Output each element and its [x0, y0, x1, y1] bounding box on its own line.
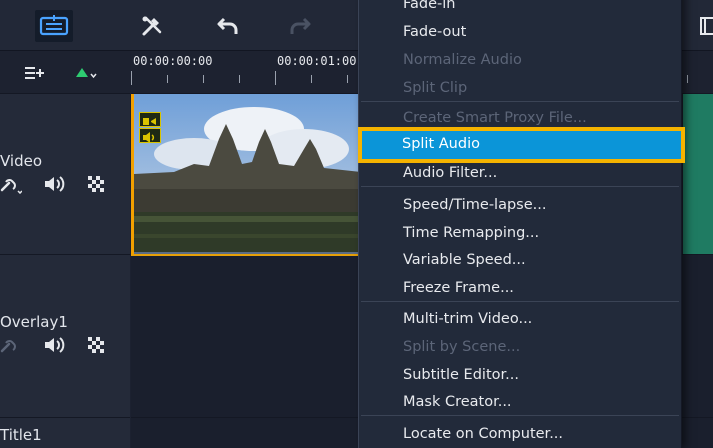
- menu-item-split-audio-label: Split Audio: [402, 136, 480, 152]
- menu-separator: [361, 415, 679, 416]
- menu-item-time-remapping[interactable]: Time Remapping...: [359, 219, 681, 247]
- clip-thumbnail: [134, 94, 361, 252]
- undo-button[interactable]: [209, 10, 247, 42]
- audio-track-icon: [139, 128, 161, 143]
- menu-item-split-clip[interactable]: Split Clip: [359, 74, 681, 102]
- tools-button[interactable]: [133, 10, 171, 42]
- track-manager-button[interactable]: [24, 65, 44, 81]
- menu-item-locate-on-computer[interactable]: Locate on Computer...: [359, 420, 681, 448]
- timecode-label: 00:00:01:00: [277, 54, 357, 68]
- tools-icon: [142, 16, 162, 36]
- menu-item-subtitle-editor[interactable]: Subtitle Editor...: [359, 361, 681, 389]
- undo-icon: [217, 17, 238, 34]
- menu-item-split-by-scene[interactable]: Split by Scene...: [359, 333, 681, 361]
- add-marker-icon: [76, 68, 97, 79]
- grid-icon[interactable]: [88, 176, 104, 192]
- audio-icon[interactable]: [43, 176, 65, 192]
- track-label-title1: Title1: [0, 426, 42, 444]
- menu-item-speed-time-lapse[interactable]: Speed/Time-lapse...: [359, 191, 681, 219]
- ruler-tick: [311, 75, 312, 83]
- ruler-tick: [687, 75, 688, 83]
- ruler-tick: [239, 75, 240, 83]
- ruler-tick: [347, 75, 348, 83]
- menu-item-fade-in[interactable]: Fade-in: [359, 0, 681, 18]
- grid-icon[interactable]: [88, 337, 104, 353]
- link-icon[interactable]: [0, 337, 22, 355]
- menu-item-mask-creator[interactable]: Mask Creator...: [359, 388, 681, 416]
- menu-item-multi-trim-video[interactable]: Multi-trim Video...: [359, 305, 681, 333]
- menu-item-audio-filter[interactable]: Audio Filter...: [359, 159, 681, 187]
- context-menu: Fade-in Fade-out Normalize Audio Split C…: [358, 0, 682, 448]
- redo-icon: [290, 17, 311, 34]
- ruler-tick: [275, 71, 276, 85]
- audio-icon[interactable]: [43, 337, 65, 353]
- ruler-tick: [167, 75, 168, 83]
- track-header-title1[interactable]: Title1: [0, 418, 130, 448]
- timeline-view-icon: [39, 15, 69, 36]
- video-track-icon: [139, 112, 161, 127]
- timecode-label: 00:00:00:00: [133, 54, 213, 68]
- panel-expand-icon[interactable]: [700, 16, 713, 36]
- menu-item-variable-speed[interactable]: Variable Speed...: [359, 246, 681, 274]
- menu-separator: [361, 301, 679, 302]
- ruler-tick: [131, 71, 132, 85]
- ruler-tick: [203, 75, 204, 83]
- track-header-overlay1[interactable]: Overlay1: [0, 255, 130, 418]
- add-marker-button[interactable]: [74, 65, 98, 81]
- menu-item-normalize-audio[interactable]: Normalize Audio: [359, 46, 681, 74]
- menu-item-split-audio[interactable]: Split Audio: [358, 127, 685, 163]
- menu-separator: [361, 186, 679, 187]
- track-header-video[interactable]: Video: [0, 94, 130, 255]
- link-icon[interactable]: [0, 176, 22, 194]
- track-label-overlay1: Overlay1: [0, 313, 68, 331]
- track-header-tools: [0, 51, 130, 94]
- adjacent-clip[interactable]: [683, 94, 713, 254]
- menu-item-fade-out[interactable]: Fade-out: [359, 18, 681, 46]
- video-clip[interactable]: [131, 94, 361, 256]
- menu-separator: [361, 101, 679, 102]
- track-manager-icon: [25, 67, 44, 79]
- menu-item-freeze-frame[interactable]: Freeze Frame...: [359, 274, 681, 302]
- redo-button[interactable]: [281, 10, 319, 42]
- track-label-video: Video: [0, 152, 43, 170]
- timeline-view-button[interactable]: [35, 10, 73, 42]
